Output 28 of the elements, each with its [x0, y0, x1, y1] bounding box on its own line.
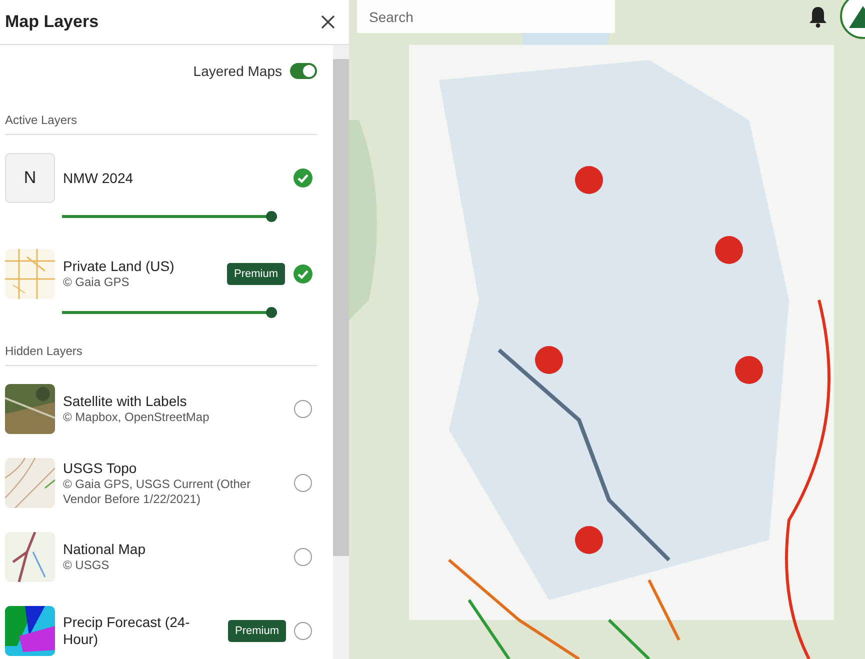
- checkmark-icon[interactable]: [293, 168, 313, 188]
- toggle-label: Layered Maps: [193, 62, 282, 81]
- layer-name: Precip Forecast (24-Hour): [63, 614, 191, 648]
- radio-button[interactable]: [294, 400, 312, 418]
- checkmark-icon[interactable]: [293, 264, 313, 284]
- close-icon[interactable]: [321, 15, 335, 29]
- search-field[interactable]: Search: [357, 0, 615, 33]
- panel-title: Map Layers: [5, 12, 99, 32]
- scrollbar[interactable]: [333, 45, 349, 659]
- bell-icon[interactable]: [808, 6, 828, 28]
- premium-badge: Premium: [226, 262, 285, 286]
- layer-attribution: © USGS: [63, 558, 110, 573]
- layer-attribution: © Gaia GPS, USGS Current (Other Vendor Before 1/22/2021): [63, 476, 252, 506]
- layer-name: Satellite with Labels: [63, 393, 188, 410]
- radio-button[interactable]: [294, 474, 312, 492]
- section-heading: Hidden Layers: [5, 342, 317, 366]
- radio-button[interactable]: [294, 622, 312, 640]
- layer-name: NMW 2024: [63, 170, 134, 186]
- radio-button[interactable]: [294, 548, 312, 566]
- layer-thumbnail: N: [5, 153, 55, 203]
- layer-attribution: © Mapbox, OpenStreetMap: [63, 410, 210, 425]
- toggle-switch[interactable]: [290, 63, 317, 79]
- section-heading: Active Layers: [5, 111, 317, 135]
- premium-badge: Premium: [228, 620, 286, 642]
- layer-name: USGS Topo: [63, 460, 138, 476]
- layer-attribution: © Gaia GPS: [63, 275, 130, 290]
- layer-name: Private Land (US): [63, 258, 176, 275]
- layer-name: National Map: [63, 541, 146, 558]
